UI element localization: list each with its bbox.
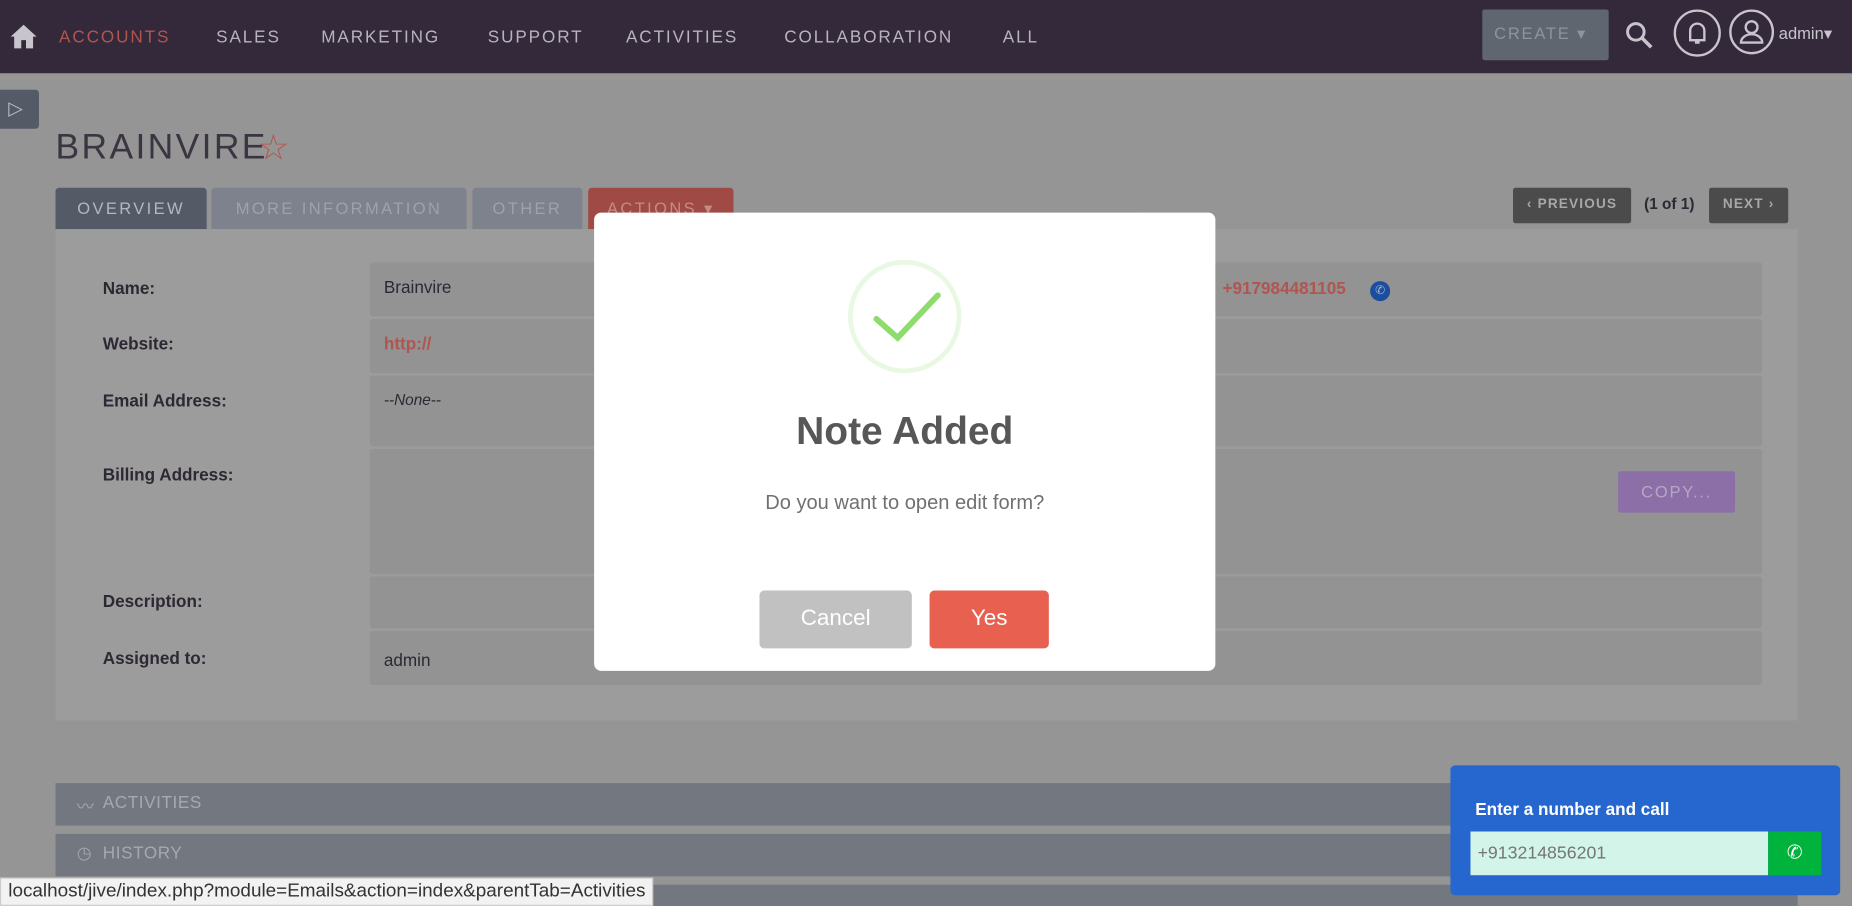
- phone-call-icon[interactable]: ✆: [1370, 281, 1391, 302]
- nav-collaboration[interactable]: COLLABORATION: [784, 28, 953, 47]
- phone-link[interactable]: +917984481105: [1222, 280, 1345, 299]
- website-label: Website:: [102, 335, 174, 355]
- dialog-message: Do you want to open edit form?: [765, 491, 1045, 514]
- next-label: NEXT: [1722, 197, 1764, 212]
- previous-button[interactable]: ‹ PREVIOUS: [1513, 187, 1632, 224]
- copy-button[interactable]: COPY...: [1618, 471, 1736, 513]
- tab-other[interactable]: OTHER: [472, 187, 583, 230]
- history-icon: ◷: [76, 844, 93, 864]
- nav-all[interactable]: ALL: [1003, 28, 1039, 47]
- username: admin: [1778, 23, 1824, 43]
- record-title: BRAINVIRE: [55, 127, 268, 167]
- dialog-title: Note Added: [796, 408, 1014, 453]
- activities-icon: 〰: [76, 798, 95, 818]
- previous-label: PREVIOUS: [1537, 197, 1618, 212]
- user-avatar-icon[interactable]: [1729, 9, 1775, 55]
- billing-address-label: Billing Address:: [102, 466, 234, 486]
- nav-support[interactable]: SUPPORT: [488, 28, 584, 47]
- description-label: Description:: [102, 592, 203, 612]
- home-icon[interactable]: [9, 24, 37, 50]
- email-value: --None--: [383, 390, 442, 409]
- nav-activities[interactable]: ACTIVITIES: [626, 28, 738, 47]
- status-bar-url: localhost/jive/index.php?module=Emails&a…: [0, 877, 654, 906]
- phone-number-input[interactable]: [1470, 831, 1769, 876]
- create-button[interactable]: CREATE ▾: [1482, 9, 1609, 61]
- top-nav: ACCOUNTS SALES MARKETING SUPPORT ACTIVIT…: [0, 0, 1852, 74]
- success-check-icon: [848, 259, 962, 374]
- create-label: CREATE: [1494, 23, 1571, 43]
- call-button[interactable]: ✆: [1768, 831, 1822, 876]
- pager-count: (1 of 1): [1644, 194, 1695, 213]
- call-widget: Enter a number and call ✆: [1450, 765, 1841, 896]
- note-added-dialog: Note Added Do you want to open edit form…: [594, 212, 1216, 671]
- tab-more-information[interactable]: MORE INFORMATION: [211, 187, 467, 230]
- assigned-value: admin: [383, 651, 431, 671]
- tab-overview[interactable]: OVERVIEW: [55, 187, 207, 230]
- notifications-bell-icon[interactable]: [1673, 9, 1721, 57]
- call-widget-title: Enter a number and call: [1475, 800, 1670, 820]
- search-icon[interactable]: [1625, 21, 1653, 49]
- sidebar-toggle-button[interactable]: ▷: [0, 89, 39, 129]
- next-button[interactable]: NEXT ›: [1709, 187, 1789, 224]
- cancel-button[interactable]: Cancel: [759, 590, 912, 649]
- assigned-to-label: Assigned to:: [102, 649, 207, 669]
- email-label: Email Address:: [102, 392, 227, 412]
- nav-accounts[interactable]: ACCOUNTS: [59, 28, 170, 47]
- history-label: HISTORY: [102, 844, 183, 864]
- nav-marketing[interactable]: MARKETING: [321, 28, 440, 47]
- favorite-star-icon[interactable]: ☆: [257, 128, 289, 169]
- name-value: Brainvire: [383, 278, 452, 298]
- nav-sales[interactable]: SALES: [216, 28, 281, 47]
- yes-button[interactable]: Yes: [929, 590, 1049, 649]
- name-label: Name:: [102, 279, 156, 299]
- website-link[interactable]: http://: [384, 335, 432, 354]
- user-menu[interactable]: admin▾: [1779, 24, 1832, 44]
- activities-label: ACTIVITIES: [102, 793, 202, 813]
